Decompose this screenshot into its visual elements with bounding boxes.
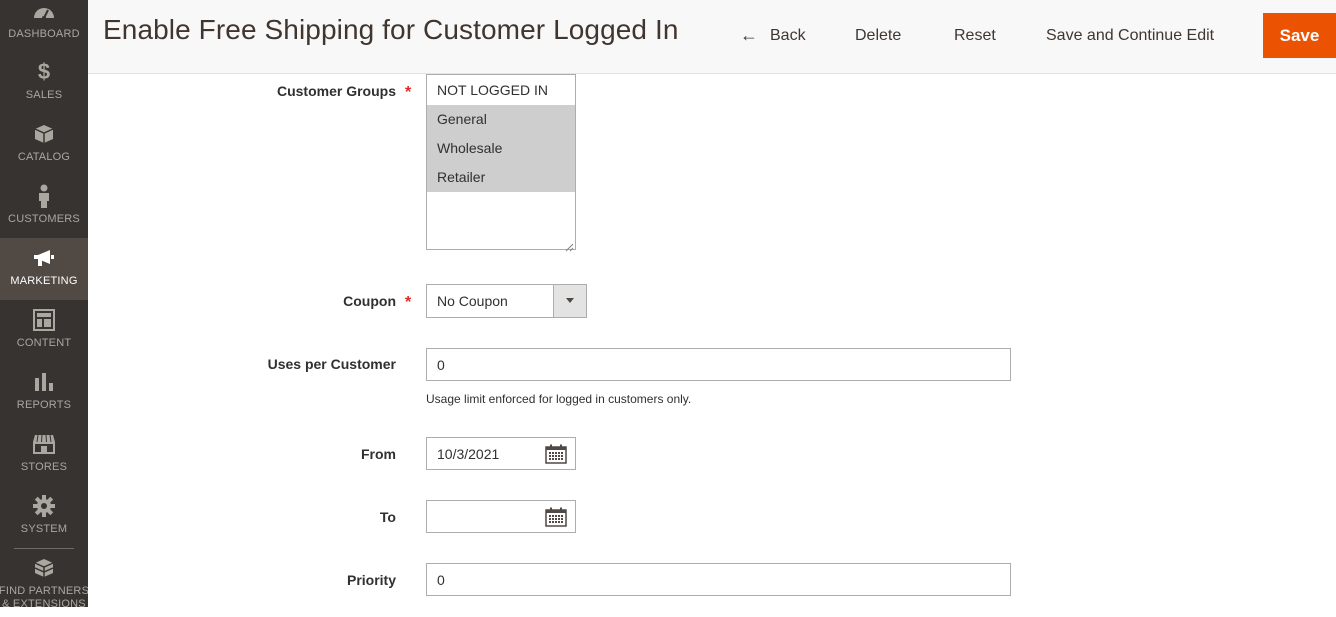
save-and-continue-button[interactable]: Save and Continue Edit <box>1046 13 1214 58</box>
required-marker: * <box>405 84 412 101</box>
uses-per-customer-input[interactable]: 0 <box>426 348 1011 381</box>
arrow-left-icon: ← <box>740 25 758 45</box>
from-date-label: From <box>361 446 396 462</box>
nav-sales[interactable]: $ SALES <box>0 52 88 114</box>
nav-reports[interactable]: REPORTS <box>0 362 88 424</box>
to-date-label: To <box>379 509 396 525</box>
nav-partners-label-2: & EXTENSIONS <box>2 598 86 607</box>
admin-sidebar: DASHBOARD $ SALES CATALOG CUSTOMERS MARK… <box>0 0 88 607</box>
coupon-label: Coupon <box>343 293 396 309</box>
from-date-input[interactable]: 10/3/2021 <box>426 437 576 470</box>
nav-marketing-label: MARKETING <box>10 275 78 287</box>
uses-per-customer-note: Usage limit enforced for logged in custo… <box>426 392 692 406</box>
resize-grip-icon[interactable] <box>565 239 574 252</box>
nav-stores[interactable]: STORES <box>0 424 88 486</box>
coupon-select-value: No Coupon <box>437 293 508 309</box>
customer-group-option[interactable]: Retailer <box>427 163 575 192</box>
nav-customers[interactable]: CUSTOMERS <box>0 176 88 238</box>
nav-stores-label: STORES <box>20 461 68 473</box>
megaphone-icon <box>32 246 56 270</box>
customer-groups-label: Customer Groups <box>276 83 396 99</box>
person-icon <box>32 184 56 208</box>
nav-system-label: SYSTEM <box>20 523 68 535</box>
customer-group-option[interactable]: Wholesale <box>427 134 575 163</box>
nav-find-partners[interactable]: FIND PARTNERS & EXTENSIONS <box>0 557 88 607</box>
box-icon <box>32 122 56 146</box>
dashboard-icon <box>32 0 56 23</box>
page-title: Enable Free Shipping for Customer Logged… <box>103 14 679 45</box>
caret-down-icon[interactable] <box>553 285 586 317</box>
customer-groups-multiselect[interactable]: NOT LOGGED IN General Wholesale Retailer <box>426 74 576 252</box>
customer-group-option[interactable]: NOT LOGGED IN <box>427 75 575 105</box>
nav-dashboard[interactable]: DASHBOARD <box>0 0 88 52</box>
uses-per-customer-label: Uses per Customer <box>267 356 396 372</box>
delete-button[interactable]: Delete <box>855 13 901 58</box>
calendar-icon[interactable] <box>545 444 567 464</box>
gear-icon <box>32 494 56 518</box>
nav-customers-label: CUSTOMERS <box>8 213 80 225</box>
coupon-select[interactable]: No Coupon <box>426 284 587 318</box>
page-header: Enable Free Shipping for Customer Logged… <box>88 0 1336 74</box>
nav-content[interactable]: CONTENT <box>0 300 88 362</box>
reset-button[interactable]: Reset <box>954 13 996 58</box>
priority-label: Priority <box>346 572 396 588</box>
nav-divider <box>14 548 74 549</box>
nav-marketing[interactable]: MARKETING <box>0 238 88 300</box>
save-button[interactable]: Save <box>1263 13 1336 58</box>
nav-catalog[interactable]: CATALOG <box>0 114 88 176</box>
nav-system[interactable]: SYSTEM <box>0 486 88 548</box>
back-button[interactable]: ← Back <box>740 13 806 58</box>
nav-content-label: CONTENT <box>16 337 72 349</box>
priority-input[interactable]: 0 <box>426 563 1011 596</box>
to-date-input[interactable] <box>426 500 576 533</box>
dollar-icon: $ <box>37 59 51 84</box>
bar-chart-icon <box>32 370 56 394</box>
calendar-icon[interactable] <box>545 507 567 527</box>
nav-reports-label: REPORTS <box>16 399 72 411</box>
storefront-icon <box>32 432 56 456</box>
customer-group-option[interactable]: General <box>427 105 575 134</box>
back-button-label: Back <box>770 26 806 44</box>
nav-partners-label-1: FIND PARTNERS <box>0 585 88 597</box>
nav-catalog-label: CATALOG <box>17 151 71 163</box>
layout-icon <box>32 308 56 332</box>
required-marker: * <box>405 294 412 311</box>
from-date-value: 10/3/2021 <box>437 445 500 462</box>
nav-sales-label: SALES <box>25 89 63 101</box>
box-stack-icon <box>32 557 56 581</box>
nav-dashboard-label: DASHBOARD <box>8 28 80 40</box>
